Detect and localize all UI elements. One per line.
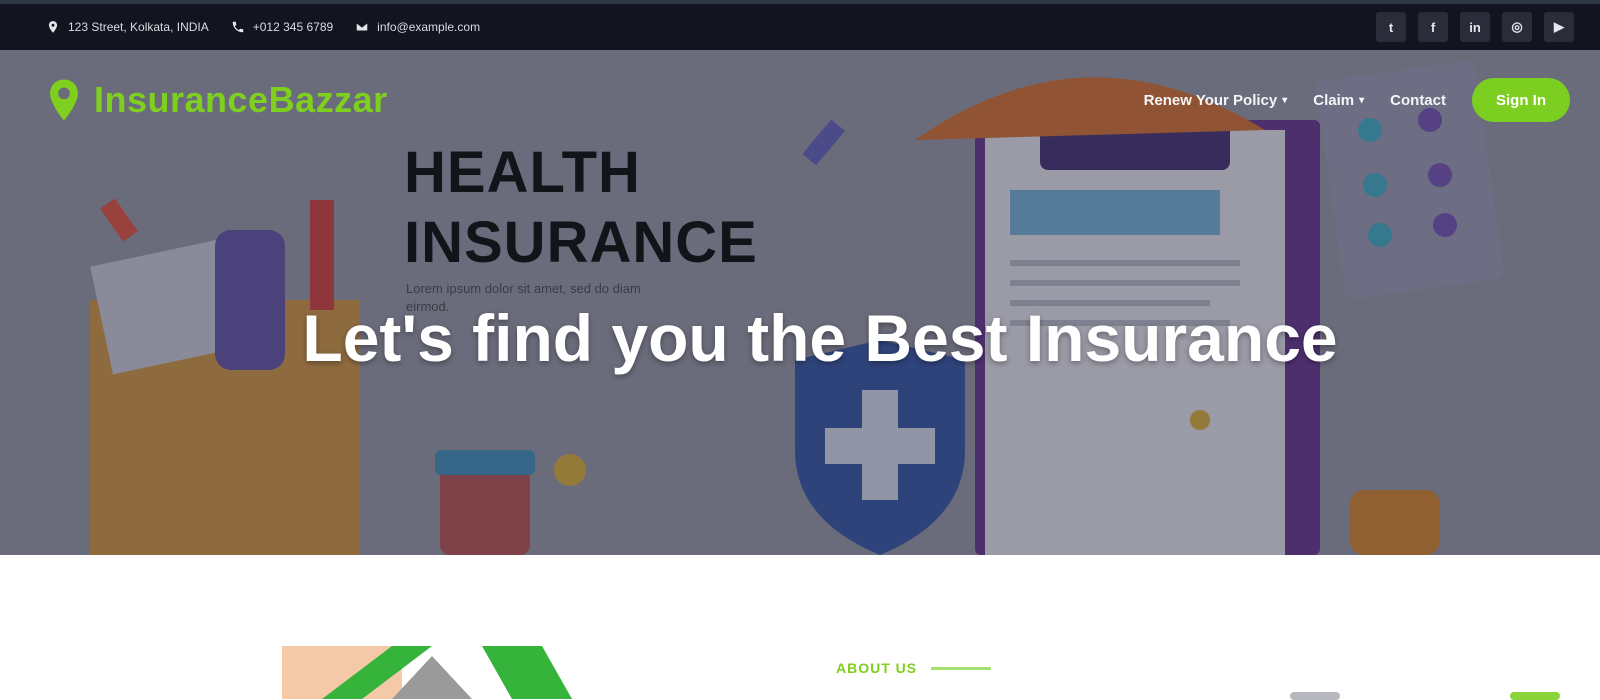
address-item: 123 Street, Kolkata, INDIA <box>46 20 209 34</box>
facebook-icon[interactable]: f <box>1418 12 1448 42</box>
nav-renew-policy-label: Renew Your Policy <box>1143 91 1278 109</box>
top-contact-bar: 123 Street, Kolkata, INDIA +012 345 6789… <box>0 0 1600 50</box>
nav-claim-label: Claim <box>1313 91 1355 109</box>
brand-name: InsuranceBazzar <box>94 79 388 120</box>
main-nav: Renew Your Policy ▾ Claim ▾ Contact Sign… <box>1144 78 1570 122</box>
illustration-title-line2: INSURANCE <box>404 210 758 275</box>
hero-headline: Let's find you the Best Insurance <box>302 301 1338 375</box>
nav-contact-label: Contact <box>1390 91 1446 109</box>
phone-item[interactable]: +012 345 6789 <box>231 20 333 34</box>
nav-claim[interactable]: Claim ▾ <box>1313 92 1364 109</box>
chevron-down-icon: ▾ <box>1359 94 1365 106</box>
brand-logo[interactable]: InsuranceBazzar <box>46 78 388 122</box>
nav-contact[interactable]: Contact <box>1390 92 1446 109</box>
chevron-down-icon: ▾ <box>1282 94 1288 106</box>
sign-in-button[interactable]: Sign In <box>1472 78 1570 122</box>
nav-renew-policy[interactable]: Renew Your Policy ▾ <box>1144 92 1288 109</box>
youtube-icon[interactable]: ▶ <box>1544 12 1574 42</box>
phone-text: +012 345 6789 <box>252 20 334 34</box>
map-marker-icon <box>48 21 58 33</box>
social-links: t f in ◎ ▶ <box>1376 4 1574 50</box>
linkedin-icon[interactable]: in <box>1460 12 1490 42</box>
illustration-title: HEALTH INSURANCE <box>404 138 758 278</box>
envelope-icon <box>356 23 368 31</box>
illustration-title-line1: HEALTH <box>404 140 641 205</box>
email-text: info@example.com <box>377 20 481 34</box>
twitter-icon[interactable]: t <box>1376 12 1406 42</box>
about-section-label: ABOUT US <box>836 660 992 676</box>
email-item[interactable]: info@example.com <box>355 20 480 34</box>
location-pin-icon <box>50 79 78 121</box>
about-label-line <box>931 666 992 670</box>
phone-icon <box>232 21 243 33</box>
contact-info: 123 Street, Kolkata, INDIA +012 345 6789… <box>46 4 480 50</box>
address-text: 123 Street, Kolkata, INDIA <box>68 20 209 34</box>
about-label-text: ABOUT US <box>836 660 918 676</box>
about-image <box>282 646 572 699</box>
instagram-icon[interactable]: ◎ <box>1502 12 1532 42</box>
